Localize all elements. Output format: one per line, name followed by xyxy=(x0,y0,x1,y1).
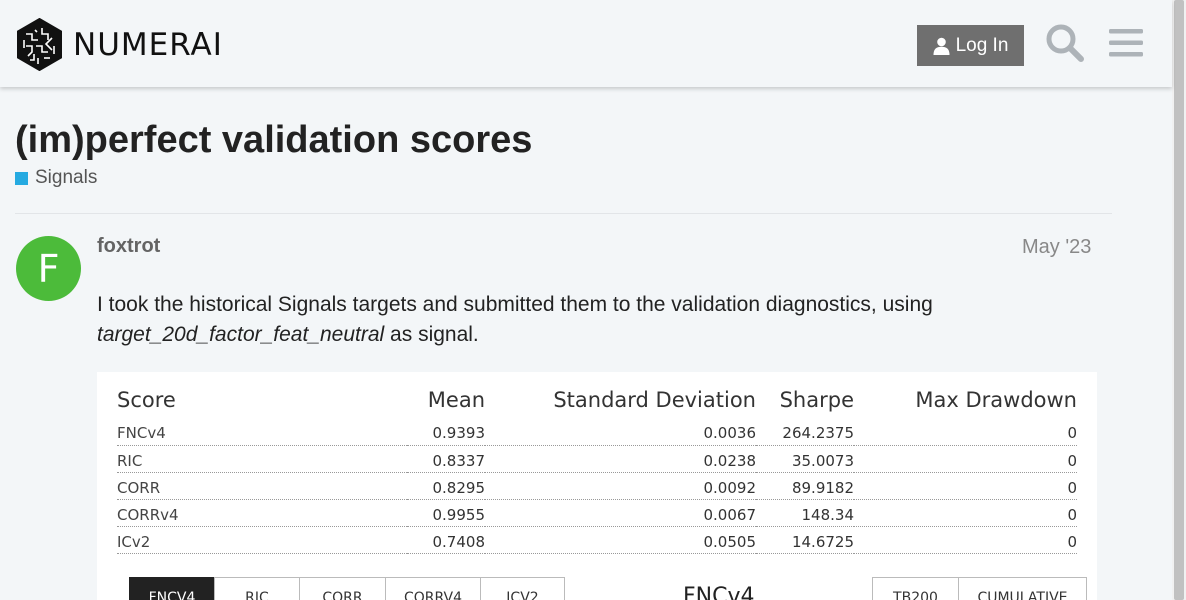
cell-max-drawdown: 0 xyxy=(854,499,1077,527)
category-badge[interactable]: Signals xyxy=(15,167,97,189)
cell-std: 0.0505 xyxy=(485,526,756,554)
user-avatar[interactable]: F xyxy=(16,236,81,301)
search-icon xyxy=(1046,24,1084,62)
cell-std: 0.0238 xyxy=(485,445,756,473)
cell-score: RIC xyxy=(117,445,407,473)
table-row: FNCv4 0.9393 0.0036 264.2375 0 xyxy=(117,418,1077,446)
metric-tab-group: FNCv4 RIC CORR CORRv4 ICv2 xyxy=(129,577,565,600)
tab-cumulative[interactable]: CUMULATIVE xyxy=(958,577,1087,600)
cell-std: 0.0067 xyxy=(485,499,756,527)
menu-button[interactable] xyxy=(1104,21,1148,65)
cell-max-drawdown: 0 xyxy=(854,472,1077,500)
cell-max-drawdown: 0 xyxy=(854,418,1077,446)
cell-mean: 0.9955 xyxy=(407,499,485,527)
table-row: CORR 0.8295 0.0092 89.9182 0 xyxy=(117,472,1077,500)
post-date[interactable]: May '23 xyxy=(1022,236,1091,259)
table-row: ICv2 0.7408 0.0505 14.6725 0 xyxy=(117,526,1077,554)
topic-divider xyxy=(15,213,1112,214)
post-text-suffix: as signal. xyxy=(384,323,479,346)
cell-mean: 0.9393 xyxy=(407,418,485,446)
cell-sharpe: 35.0073 xyxy=(756,445,854,473)
col-header-max-drawdown: Max Drawdown xyxy=(915,388,1077,412)
table-row: CORRv4 0.9955 0.0067 148.34 0 xyxy=(117,499,1077,527)
scrollbar-thumb[interactable] xyxy=(1174,0,1184,600)
tab-corrv4[interactable]: CORRv4 xyxy=(385,577,480,600)
cell-score: CORR xyxy=(117,472,407,500)
avatar-letter: F xyxy=(37,246,60,291)
cell-sharpe: 264.2375 xyxy=(756,418,854,446)
numerai-logo[interactable]: NUMERAI xyxy=(16,18,223,71)
brand-name: NUMERAI xyxy=(73,26,223,63)
category-color-swatch xyxy=(15,171,28,185)
cell-max-drawdown: 0 xyxy=(854,445,1077,473)
signal-name: target_20d_factor_feat_neutral xyxy=(97,323,385,346)
site-header: NUMERAI Log In xyxy=(0,0,1172,87)
cell-sharpe: 89.9182 xyxy=(756,472,854,500)
cell-score: FNCv4 xyxy=(117,418,407,446)
col-header-score: Score xyxy=(117,388,176,412)
validation-scores-image[interactable]: Score Mean Standard Deviation Sharpe Max… xyxy=(97,372,1097,600)
cell-mean: 0.7408 xyxy=(407,526,485,554)
cell-sharpe: 148.34 xyxy=(756,499,854,527)
login-button[interactable]: Log In xyxy=(917,25,1024,66)
col-header-mean: Mean xyxy=(427,388,485,412)
category-name: Signals xyxy=(35,167,98,188)
topic-title[interactable]: (im)perfect validation scores xyxy=(15,119,532,162)
scores-header-row: Score Mean Standard Deviation Sharpe Max… xyxy=(117,384,1077,418)
hamburger-menu-icon xyxy=(1109,29,1143,57)
numerai-logo-icon xyxy=(17,18,62,71)
tab-tb200[interactable]: TB200 xyxy=(872,577,958,600)
tab-fncv4[interactable]: FNCv4 xyxy=(129,577,214,600)
cell-mean: 0.8295 xyxy=(407,472,485,500)
tab-icv2[interactable]: ICv2 xyxy=(480,577,565,600)
cell-std: 0.0036 xyxy=(485,418,756,446)
scores-table: Score Mean Standard Deviation Sharpe Max… xyxy=(117,384,1077,554)
tab-ric[interactable]: RIC xyxy=(214,577,299,600)
chart-title: FNCv4 xyxy=(683,584,755,600)
cell-score: ICv2 xyxy=(117,526,407,554)
cell-mean: 0.8337 xyxy=(407,445,485,473)
table-row: RIC 0.8337 0.0238 35.0073 0 xyxy=(117,445,1077,473)
cell-score: CORRv4 xyxy=(117,499,407,527)
login-label: Log In xyxy=(955,34,1009,56)
post-username[interactable]: foxtrot xyxy=(97,235,160,258)
post-body: I took the historical Signals targets an… xyxy=(97,290,1097,350)
view-tab-group: TB200 CUMULATIVE xyxy=(872,577,1087,600)
col-header-sharpe: Sharpe xyxy=(779,388,854,412)
search-button[interactable] xyxy=(1043,21,1087,65)
col-header-std: Standard Deviation xyxy=(553,388,756,412)
cell-std: 0.0092 xyxy=(485,472,756,500)
cell-max-drawdown: 0 xyxy=(854,526,1077,554)
cell-sharpe: 14.6725 xyxy=(756,526,854,554)
user-icon xyxy=(933,37,950,55)
post-text-line1: I took the historical Signals targets an… xyxy=(97,293,933,316)
tab-corr[interactable]: CORR xyxy=(299,577,385,600)
